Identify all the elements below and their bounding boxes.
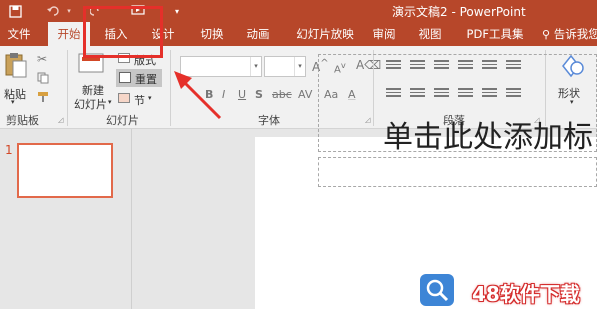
annotation-arrow bbox=[174, 71, 222, 120]
watermark-text: 48软件下载 bbox=[472, 282, 580, 306]
magnifier-icon bbox=[420, 274, 454, 306]
watermark: 48软件下载 bbox=[420, 272, 597, 309]
